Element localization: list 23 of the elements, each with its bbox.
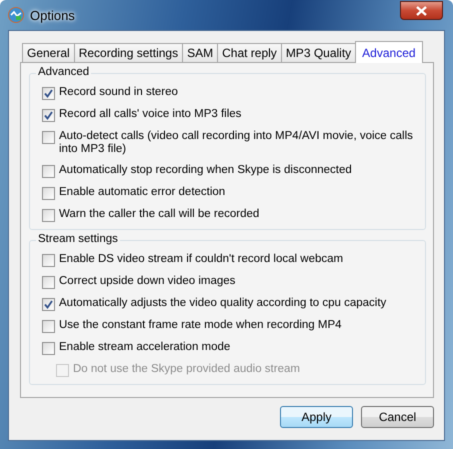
window-title: Options bbox=[30, 8, 75, 22]
tab[interactable]: SAM bbox=[182, 43, 218, 62]
option-label: Record all calls' voice into MP3 files bbox=[59, 108, 242, 121]
option-label: Auto-detect calls (video call recording into MP4/AVI movie, voice calls into MP3 file) bbox=[59, 130, 414, 156]
option-label: Correct upside down video images bbox=[59, 275, 236, 288]
option-label: Enable DS video stream if couldn't record local webcam bbox=[59, 253, 344, 266]
option-label: Do not use the Skype provided audio stream bbox=[73, 363, 300, 376]
group-title: Stream settings bbox=[36, 233, 120, 245]
tab[interactable]: Recording settings bbox=[74, 43, 184, 62]
option-label: Enable stream acceleration mode bbox=[59, 341, 230, 354]
option-label: Automatically stop recording when Skype is disconnected bbox=[59, 164, 352, 177]
option-label: Enable automatic error detection bbox=[59, 186, 226, 199]
tab[interactable]: Advanced bbox=[355, 41, 423, 63]
group-title: Advanced bbox=[36, 66, 92, 78]
tab[interactable]: General bbox=[22, 43, 75, 62]
option-label: Warn the caller the call will be recorded bbox=[59, 208, 260, 221]
option-label: Use the constant frame rate mode when recording MP4 bbox=[59, 319, 342, 332]
tab[interactable]: MP3 Quality bbox=[280, 43, 356, 62]
option-label: Record sound in stereo bbox=[59, 86, 178, 99]
apply-button[interactable]: Apply bbox=[280, 406, 353, 428]
cancel-button[interactable]: Cancel bbox=[361, 406, 434, 428]
option-label: Automatically adjusts the video quality according to cpu capacity bbox=[59, 297, 386, 310]
tab[interactable]: Chat reply bbox=[217, 43, 282, 62]
